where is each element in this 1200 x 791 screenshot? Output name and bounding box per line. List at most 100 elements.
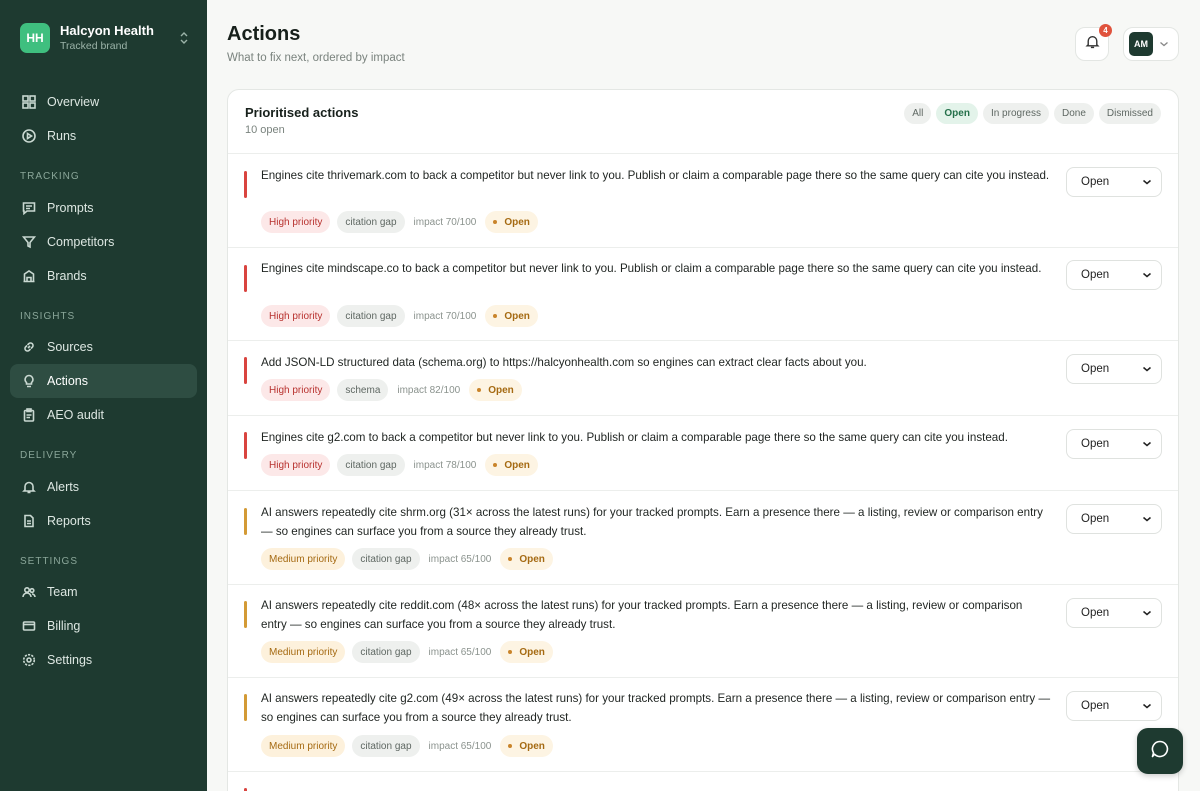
sidebar-item-actions[interactable]: Actions bbox=[10, 364, 197, 398]
priority-badge: High priority bbox=[261, 454, 331, 476]
sidebar: HH Halcyon Health Tracked brand Overview… bbox=[0, 0, 207, 791]
action-tags: Medium priority citation gap impact 65/1… bbox=[261, 548, 553, 570]
status-select[interactable]: Open bbox=[1066, 504, 1162, 534]
filter-open[interactable]: Open bbox=[936, 103, 978, 124]
nav-section-settings: SETTINGS bbox=[20, 556, 79, 567]
status-badge: Open bbox=[485, 305, 538, 327]
type-badge: citation gap bbox=[337, 211, 405, 233]
filter-all[interactable]: All bbox=[904, 103, 932, 124]
sidebar-item-team[interactable]: Team bbox=[10, 575, 197, 609]
status-badge: Open bbox=[500, 641, 553, 663]
priority-indicator bbox=[244, 265, 247, 292]
status-badge: Open bbox=[485, 454, 538, 476]
bell-ring-icon bbox=[21, 479, 37, 495]
impact-score: impact 65/100 bbox=[428, 553, 492, 565]
impact-score: impact 70/100 bbox=[413, 216, 477, 228]
lightbulb-icon bbox=[21, 373, 37, 389]
priority-badge: High priority bbox=[261, 379, 331, 401]
action-text: Engines cite thrivemark.com to back a co… bbox=[261, 169, 1050, 182]
sidebar-item-label: Reports bbox=[47, 514, 91, 528]
clipboard-icon bbox=[21, 407, 37, 423]
sidebar-item-aeo-audit[interactable]: AEO audit bbox=[10, 398, 197, 432]
priority-badge: Medium priority bbox=[261, 735, 346, 757]
chevron-down-icon bbox=[1143, 272, 1151, 278]
chevron-down-icon bbox=[1143, 516, 1151, 522]
impact-score: impact 65/100 bbox=[428, 646, 492, 658]
sidebar-item-competitors[interactable]: Competitors bbox=[10, 225, 197, 259]
sidebar-item-reports[interactable]: Reports bbox=[10, 504, 197, 538]
gear-icon bbox=[21, 652, 37, 668]
filter-done[interactable]: Done bbox=[1053, 103, 1094, 124]
chevron-down-icon bbox=[1143, 703, 1151, 709]
status-select[interactable]: Open bbox=[1066, 429, 1162, 459]
sidebar-item-prompts[interactable]: Prompts bbox=[10, 191, 197, 225]
status-select[interactable]: Open bbox=[1066, 354, 1162, 384]
filter-in-progress[interactable]: In progress bbox=[982, 103, 1049, 124]
action-tags: Medium priority citation gap impact 65/1… bbox=[261, 735, 553, 757]
priority-indicator bbox=[244, 432, 247, 459]
type-badge: citation gap bbox=[352, 548, 420, 570]
sidebar-item-brands[interactable]: Brands bbox=[10, 259, 197, 293]
users-icon bbox=[21, 584, 37, 600]
building-icon bbox=[21, 268, 37, 284]
sidebar-item-billing[interactable]: Billing bbox=[10, 609, 197, 643]
chat-support-button[interactable] bbox=[1137, 728, 1183, 774]
priority-indicator bbox=[244, 694, 247, 721]
status-select[interactable]: Open bbox=[1066, 167, 1162, 197]
chevron-down-icon bbox=[1143, 366, 1151, 372]
sidebar-item-settings[interactable]: Settings bbox=[10, 643, 197, 677]
action-row bbox=[228, 772, 1178, 791]
priority-badge: Medium priority bbox=[261, 641, 346, 663]
credit-card-icon bbox=[21, 618, 37, 634]
filter-dismissed[interactable]: Dismissed bbox=[1098, 103, 1161, 124]
status-select[interactable]: Open bbox=[1066, 260, 1162, 290]
impact-score: impact 82/100 bbox=[397, 384, 461, 396]
chat-bubble-icon bbox=[1150, 739, 1170, 764]
impact-score: impact 78/100 bbox=[413, 459, 477, 471]
action-row: Engines cite thrivemark.com to back a co… bbox=[228, 154, 1178, 248]
action-tags: High priority citation gap impact 70/100… bbox=[261, 305, 538, 327]
chevron-down-icon bbox=[1159, 40, 1169, 48]
message-square-icon bbox=[21, 200, 37, 216]
brand-switcher[interactable]: HH Halcyon Health Tracked brand bbox=[20, 22, 190, 54]
action-row: Add JSON-LD structured data (schema.org)… bbox=[228, 341, 1178, 416]
priority-indicator bbox=[244, 357, 247, 384]
nav-section-tracking: TRACKING bbox=[20, 171, 80, 182]
sidebar-item-label: Prompts bbox=[47, 201, 94, 215]
nav-section-delivery: DELIVERY bbox=[20, 450, 78, 461]
sidebar-item-label: Competitors bbox=[47, 235, 115, 249]
user-menu-button[interactable]: AM bbox=[1123, 27, 1179, 61]
sidebar-item-overview[interactable]: Overview bbox=[10, 85, 197, 119]
action-row: AI answers repeatedly cite g2.com (49× a… bbox=[228, 678, 1178, 772]
notification-badge: 4 bbox=[1099, 24, 1112, 37]
sidebar-item-label: Brands bbox=[47, 269, 87, 283]
action-text: Engines cite mindscape.co to back a comp… bbox=[261, 262, 1042, 275]
sidebar-item-label: AEO audit bbox=[47, 408, 104, 422]
type-badge: citation gap bbox=[337, 454, 405, 476]
action-tags: High priority citation gap impact 70/100… bbox=[261, 211, 538, 233]
status-badge: Open bbox=[500, 735, 553, 757]
sidebar-item-label: Actions bbox=[47, 374, 88, 388]
sidebar-item-label: Overview bbox=[47, 95, 100, 109]
sidebar-item-runs[interactable]: Runs bbox=[10, 119, 197, 153]
link-icon bbox=[21, 339, 37, 355]
grid-icon bbox=[21, 94, 37, 110]
nav-section-insights: INSIGHTS bbox=[20, 311, 76, 322]
priority-badge: Medium priority bbox=[261, 548, 346, 570]
page-subtitle: What to fix next, ordered by impact bbox=[227, 52, 405, 64]
type-badge: schema bbox=[337, 379, 389, 401]
action-row: Engines cite mindscape.co to back a comp… bbox=[228, 248, 1178, 341]
brand-subtitle: Tracked brand bbox=[60, 40, 128, 52]
sidebar-item-label: Sources bbox=[47, 340, 93, 354]
sidebar-item-label: Settings bbox=[47, 653, 93, 667]
sidebar-item-label: Billing bbox=[47, 619, 81, 633]
swords-icon bbox=[21, 234, 37, 250]
action-row: Engines cite g2.com to back a competitor… bbox=[228, 416, 1178, 491]
sidebar-item-label: Team bbox=[47, 585, 78, 599]
sidebar-item-alerts[interactable]: Alerts bbox=[10, 470, 197, 504]
sidebar-item-sources[interactable]: Sources bbox=[10, 330, 197, 364]
status-select[interactable]: Open bbox=[1066, 598, 1162, 628]
priority-badge: High priority bbox=[261, 305, 331, 327]
status-select[interactable]: Open bbox=[1066, 691, 1162, 721]
actions-card: Prioritised actions 10 open All Open In … bbox=[227, 89, 1179, 791]
